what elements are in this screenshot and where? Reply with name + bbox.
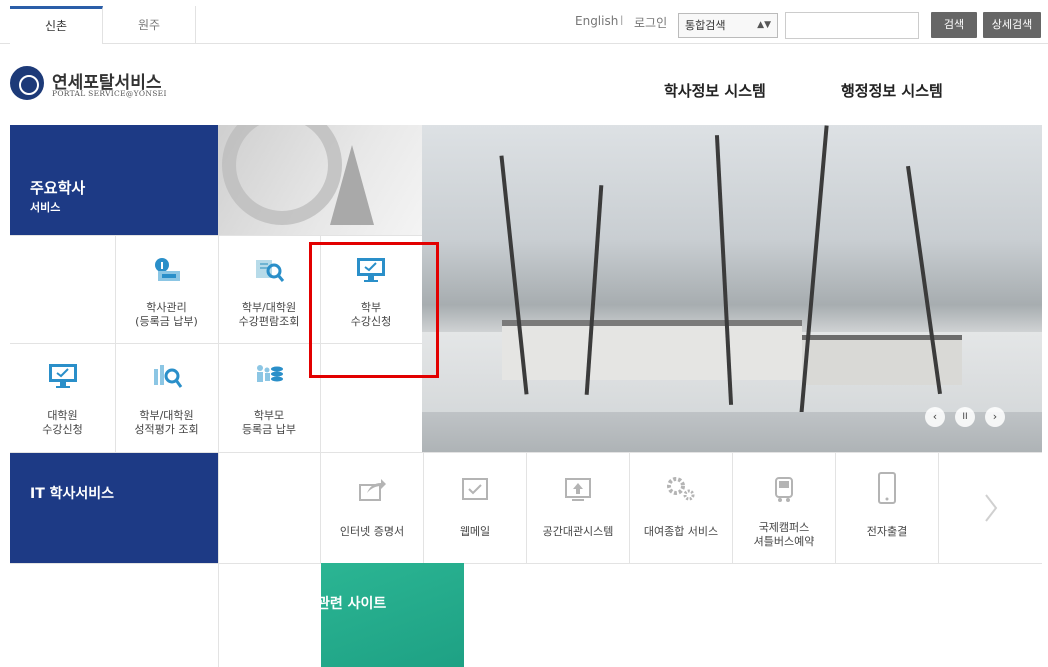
it-service-attendance[interactable]: 전자출결	[836, 453, 939, 563]
related-sites-banner[interactable]: 관련 사이트	[317, 563, 464, 667]
service-grade-inquiry-label1: 학부/대학원	[139, 409, 194, 422]
phone-icon	[878, 472, 896, 504]
campus-photo-strip	[218, 125, 422, 235]
nav-academic-system[interactable]: 학사정보 시스템	[664, 80, 766, 101]
it-service-space-rental[interactable]: 공간대관시스템	[527, 453, 630, 563]
it-service-rental-label: 대여종합 서비스	[643, 525, 719, 538]
it-services-banner: IT 학사서비스	[10, 453, 218, 563]
service-course-catalog[interactable]: 학부/대학원 수강편람조회	[218, 235, 320, 343]
service-parent-tuition-label1: 학부모	[253, 409, 285, 422]
monitor-check-icon	[48, 364, 77, 388]
search-scope-select[interactable]: 통합검색 ▲▼	[678, 13, 778, 38]
it-service-webmail-label: 웹메일	[459, 525, 491, 538]
yonsei-seal-icon	[10, 66, 44, 100]
tree-graphic	[330, 145, 374, 225]
hero-pause-button[interactable]: II	[955, 407, 975, 427]
portal-logo[interactable]: 연세포탈서비스 PORTAL SERVICE@YONSEI	[10, 66, 230, 106]
seal-graphic	[222, 125, 342, 225]
main-services-title: 주요학사	[30, 179, 86, 197]
nav-admin-system[interactable]: 행정정보 시스템	[841, 80, 943, 101]
hero-campus-photo	[422, 125, 1042, 452]
main-services-banner: 주요학사 서비스	[10, 125, 218, 235]
separator: l	[620, 14, 624, 28]
it-service-attendance-label: 전자출결	[866, 525, 908, 538]
search-scope-value: 통합검색	[685, 19, 726, 32]
related-sites-title: 관련 사이트	[317, 596, 387, 612]
service-tuition-label1: 학사관리	[146, 301, 187, 314]
service-course-catalog-label1: 학부/대학원	[241, 301, 297, 314]
mail-check-icon	[462, 478, 488, 500]
it-service-certificate[interactable]: 인터넷 증명서	[321, 453, 424, 563]
tab-wonju[interactable]: 원주	[103, 6, 196, 44]
service-grade-inquiry-label2: 성적평가 조회	[134, 423, 199, 436]
service-parent-tuition[interactable]: 학부모 등록금 납부	[218, 343, 320, 452]
service-course-catalog-label2: 수강편람조회	[238, 315, 300, 328]
road	[422, 412, 1042, 452]
divider	[10, 563, 1042, 564]
it-service-shuttle-bus-label2: 셔틀버스예약	[753, 535, 815, 548]
service-grad-registration[interactable]: 대학원 수강신청	[10, 343, 115, 452]
service-tuition[interactable]: 학사관리 (등록금 납부)	[115, 235, 218, 343]
share-icon	[359, 479, 386, 501]
service-tuition-label2: (등록금 납부)	[135, 315, 198, 328]
info-money-icon	[154, 258, 180, 281]
upload-icon	[565, 478, 591, 501]
book-search-icon	[256, 260, 285, 282]
service-grade-inquiry[interactable]: 학부/대학원 성적평가 조회	[115, 343, 218, 452]
bus-icon	[775, 477, 793, 502]
chevron-right-icon	[984, 494, 997, 522]
logo-subtitle: PORTAL SERVICE@YONSEI	[52, 89, 167, 98]
it-service-shuttle-bus-label1: 국제캠퍼스	[758, 521, 810, 534]
english-link[interactable]: English	[575, 14, 618, 28]
top-bar: 신촌 원주 English l 로그인 통합검색 ▲▼ 검색 상세검색	[0, 0, 1048, 44]
service-grad-registration-label2: 수강신청	[42, 423, 83, 436]
it-service-rental[interactable]: 대여종합 서비스	[630, 453, 733, 563]
highlight-box	[309, 242, 439, 378]
select-arrows-icon: ▲▼	[757, 20, 771, 30]
it-service-webmail[interactable]: 웹메일	[424, 453, 527, 563]
advanced-search-button[interactable]: 상세검색	[983, 12, 1041, 38]
gears-icon	[667, 477, 695, 501]
login-link[interactable]: 로그인	[634, 14, 667, 31]
it-service-space-rental-label: 공간대관시스템	[542, 525, 614, 538]
service-parent-tuition-label2: 등록금 납부	[241, 423, 297, 436]
it-service-certificate-label: 인터넷 증명서	[339, 525, 405, 538]
main-services-subtitle: 서비스	[30, 201, 61, 214]
search-input[interactable]	[785, 12, 919, 39]
hero-prev-button[interactable]: ‹	[925, 407, 945, 427]
it-services-next-button[interactable]	[939, 453, 1042, 563]
it-service-shuttle-bus[interactable]: 국제캠퍼스 셔틀버스예약	[733, 453, 836, 563]
parents-coins-icon	[257, 365, 283, 382]
it-services-title: IT 학사서비스	[30, 486, 115, 502]
tab-sinchon[interactable]: 신촌	[10, 6, 103, 44]
building-graphic	[502, 320, 802, 380]
hero-next-button[interactable]: ›	[985, 407, 1005, 427]
service-grad-registration-label1: 대학원	[47, 409, 78, 422]
chart-search-icon	[153, 365, 182, 388]
search-button[interactable]: 검색	[931, 12, 977, 38]
